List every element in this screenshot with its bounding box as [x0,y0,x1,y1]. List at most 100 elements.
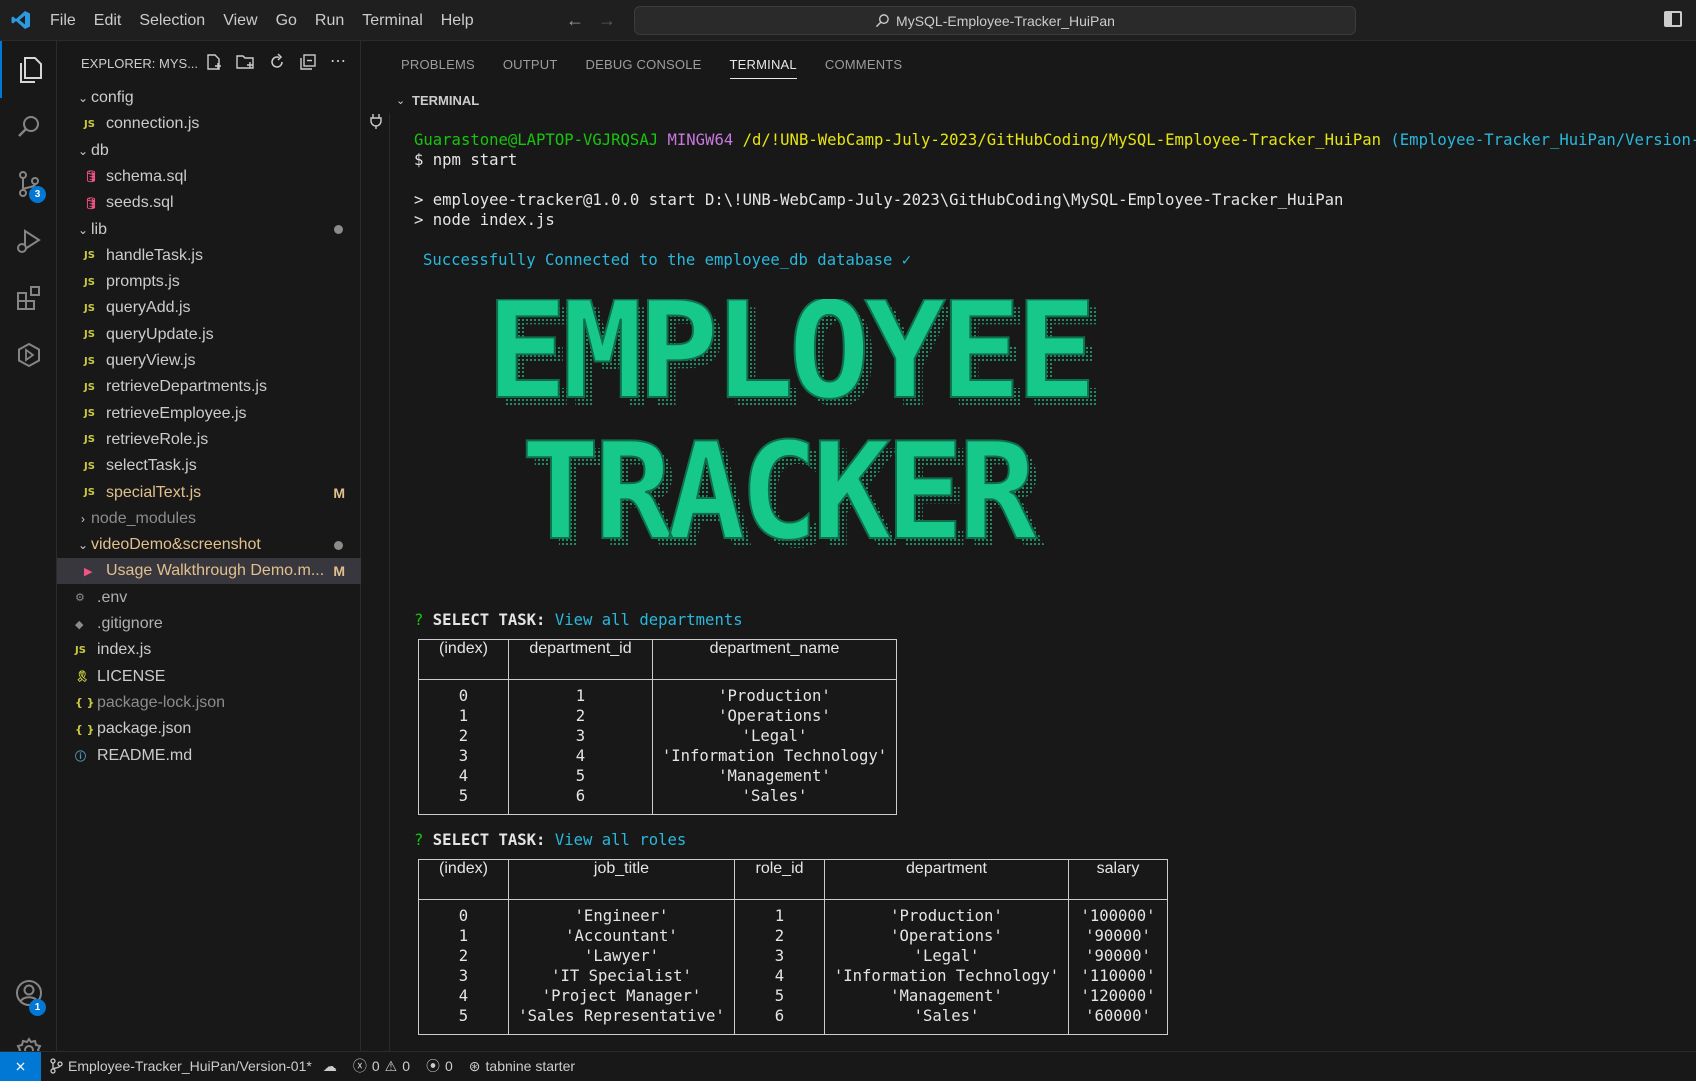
tab-debug-console[interactable]: DEBUG CONSOLE [572,41,716,87]
tree-item-label: handleTask.js [106,246,203,264]
new-folder-icon[interactable] [236,53,255,71]
file-item[interactable]: JS index.js [57,637,361,663]
select-task-line-1: ? SELECT TASK: View all departments [414,610,743,630]
menu-terminal[interactable]: Terminal [353,0,431,41]
json-file-icon: { } [75,696,95,710]
forward-arrow-icon[interactable]: → [598,10,616,31]
js-file-icon: JS [84,434,95,446]
tab-comments[interactable]: COMMENTS [811,41,916,87]
tree-item-label: node_modules [91,509,196,527]
menu-selection[interactable]: Selection [130,0,214,41]
menu-view[interactable]: View [214,0,266,41]
file-item[interactable]: JS prompts.js [57,269,361,295]
job-title-cell: 'Engineer' 'Accountant' 'Lawyer' 'IT Spe… [508,899,735,1035]
menu-bar: File Edit Selection View Go Run Terminal… [41,0,483,41]
file-item[interactable]: JS retrieveRole.js [57,427,361,453]
table-row: 0 1 2 3 4 5 'Engineer' 'Accountant' 'Law… [418,899,1168,1035]
js-file-icon: JS [84,487,95,498]
file-item[interactable]: 🛢 schema.sql [57,164,361,190]
tree-item-label: Usage Walkthrough Demo.m... [106,562,325,580]
tab-output[interactable]: OUTPUT [489,41,572,87]
file-item[interactable]: JS queryAdd.js [57,295,361,321]
terminal-output[interactable]: Guarastone@LAPTOP-VGJRQSAJ MINGW64 /d/!U… [391,113,1696,1051]
column-header: (index) [418,859,509,900]
status-bar: ⨯ Employee-Tracker_HuiPan/Version-01* ☁ … [0,1051,1696,1081]
remote-explorer-icon[interactable] [0,326,57,383]
status-problems[interactable]: ⓧ 0 ⚠ 0 [345,1056,418,1076]
explorer-icon[interactable] [0,41,57,98]
tree-item-label: LICENSE [97,667,166,685]
toggle-sidebar-icon[interactable] [1664,11,1682,27]
terminal-section-header[interactable]: ⌄ TERMINAL [362,87,1696,113]
folder-item[interactable]: ⌄ videoDemo&screenshot [57,532,361,558]
menu-go[interactable]: Go [267,0,306,41]
tree-item-label: connection.js [106,115,200,133]
tab-terminal[interactable]: TERMINAL [716,41,811,87]
tree-item-label: selectTask.js [106,457,197,475]
extensions-icon[interactable] [0,269,57,326]
accounts-icon[interactable]: 1 [0,964,57,1021]
file-item[interactable]: ⓘ README.md [57,743,361,769]
file-item[interactable]: JS specialText.js M [57,480,361,506]
file-item[interactable]: JS connection.js [57,111,361,137]
file-item[interactable]: { } package.json [57,716,361,742]
js-file-icon: JS [84,302,95,314]
status-ports[interactable]: ⦿ 0 [418,1056,461,1076]
git-branch-icon [50,1058,63,1074]
run-debug-icon[interactable] [0,212,57,269]
chevron-down-icon: ⌄ [77,538,89,553]
file-item[interactable]: JS retrieveDepartments.js [57,374,361,400]
activity-bar: 3 1 [0,41,57,1063]
folder-item[interactable]: ⌄ config [57,85,361,111]
menu-file[interactable]: File [41,0,85,41]
status-branch[interactable]: Employee-Tracker_HuiPan/Version-01* ☁ [41,1058,345,1075]
back-arrow-icon[interactable]: ← [566,10,584,31]
file-item[interactable]: { } package-lock.json [57,690,361,716]
collapse-all-icon[interactable] [299,53,317,71]
js-file-icon: JS [84,276,95,288]
remote-indicator-icon[interactable]: ⨯ [0,1051,41,1081]
file-item[interactable]: 🛢 seeds.sql [57,190,361,216]
explorer-sidebar: EXPLORER: MYS... ⋯ ⌄ config JS connection.j… [57,41,361,1051]
prompt-path: /d/!UNB-WebCamp-July-2023/GitHubCoding/M… [742,131,1382,149]
chevron-right-icon: › [81,511,85,526]
tree-item-label: schema.sql [106,167,187,185]
accounts-badge: 1 [29,999,46,1016]
js-file-icon: JS [84,250,95,262]
folder-item[interactable]: › node_modules [57,506,361,532]
file-item[interactable]: JS queryUpdate.js [57,322,361,348]
plug-icon[interactable] [369,113,383,129]
new-file-icon[interactable] [205,53,223,71]
sync-cloud-icon[interactable]: ☁ [323,1058,337,1075]
menu-edit[interactable]: Edit [85,0,131,41]
js-file-icon: JS [84,329,95,341]
folder-item[interactable]: ⌄ db [57,138,361,164]
status-tabnine[interactable]: ⊛ tabnine starter [461,1058,583,1075]
file-item[interactable]: ▶ Usage Walkthrough Demo.m... M [57,558,361,585]
title-bar: File Edit Selection View Go Run Terminal… [0,0,1696,41]
tabnine-icon: ⊛ [468,1057,481,1074]
tab-problems[interactable]: PROBLEMS [387,41,489,87]
index-cell: 0 1 2 3 4 5 [418,679,509,815]
nav-arrows: ← → [566,0,616,41]
file-item[interactable]: ◆ .gitignore [57,611,361,637]
file-item[interactable]: JS retrieveEmployee.js [57,401,361,427]
tree-item-label: specialText.js [106,483,202,501]
file-item[interactable]: JS selectTask.js [57,453,361,479]
menu-run[interactable]: Run [306,0,353,41]
file-item[interactable]: ⚙ .env [57,585,361,611]
command-center[interactable]: MySQL-Employee-Tracker_HuiPan [634,6,1356,35]
folder-item[interactable]: ⌄ lib [57,217,361,243]
source-control-icon[interactable]: 3 [0,155,57,212]
search-icon[interactable] [0,98,57,155]
git-file-icon: ◆ [75,617,84,631]
tree-item-label: prompts.js [106,273,180,291]
file-item[interactable]: JS queryView.js [57,348,361,374]
file-item[interactable]: JS handleTask.js [57,243,361,269]
column-header: (index) [418,639,509,680]
more-actions-icon[interactable]: ⋯ [330,53,346,71]
file-item[interactable]: 🎗 LICENSE [57,664,361,690]
refresh-icon[interactable] [268,53,286,71]
explorer-title: EXPLORER: MYS... [81,55,199,71]
menu-help[interactable]: Help [432,0,483,41]
